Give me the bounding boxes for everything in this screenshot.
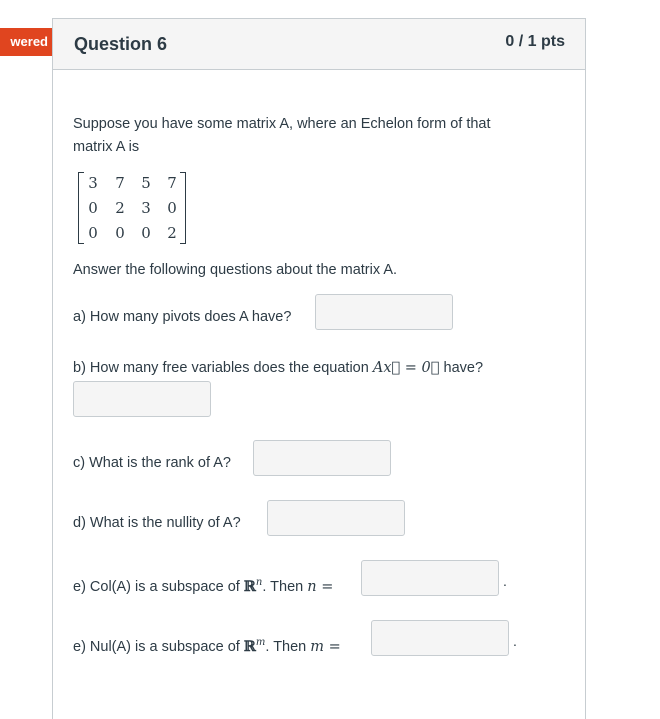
equation-math: Ax⃗ = 0⃗ xyxy=(372,360,440,376)
var-m-equals: m = xyxy=(310,638,341,655)
matrix-cell: 7 xyxy=(167,174,177,192)
answer-c-input[interactable] xyxy=(253,440,391,476)
matrix-cell: 5 xyxy=(141,174,151,192)
part-b-label: b) How many free variables does the equa… xyxy=(73,356,483,380)
question-text-line-2: matrix A is xyxy=(73,139,140,155)
matrix-cell: 0 xyxy=(88,199,98,217)
part-d-label: d) What is the nullity of A? xyxy=(73,515,241,531)
matrix-cell: 2 xyxy=(115,199,125,217)
var-n-equals: n = xyxy=(307,578,334,595)
reals-symbol: ℝ xyxy=(243,637,256,655)
part-a-label: a) How many pivots does A have? xyxy=(73,309,292,325)
part-e1-text: e) Col(A) is a subspace of xyxy=(73,578,244,595)
period: . xyxy=(513,633,517,649)
part-c-label: c) What is the rank of A? xyxy=(73,455,231,471)
part-e1-label: e) Col(A) is a subspace of ℝn. Then n = xyxy=(73,571,333,599)
part-b-text: b) How many free variables does the equa… xyxy=(73,360,373,376)
part-b-suffix: have? xyxy=(439,360,484,376)
exponent-m: m xyxy=(255,637,266,648)
matrix-cell: 3 xyxy=(141,199,151,217)
matrix-cell: 0 xyxy=(141,224,151,242)
question-header: Question 6 0 / 1 pts xyxy=(53,19,585,70)
answer-a-input[interactable] xyxy=(315,294,453,330)
instruction-text: Answer the following questions about the… xyxy=(73,262,398,278)
matrix-cell: 0 xyxy=(88,224,98,242)
question-points: 0 / 1 pts xyxy=(505,33,565,50)
matrix-cell: 0 xyxy=(167,199,177,217)
answer-d-input[interactable] xyxy=(267,500,405,536)
matrix-cell: 3 xyxy=(88,174,98,192)
reals-symbol: ℝ xyxy=(243,577,256,595)
period: . xyxy=(503,573,507,589)
matrix-cell: 0 xyxy=(115,224,125,242)
question-title: Question 6 xyxy=(74,34,168,54)
matrix-cell: 2 xyxy=(167,224,177,242)
part-e2-text: e) Nul(A) is a subspace of xyxy=(73,638,244,655)
part-e2-label: e) Nul(A) is a subspace of ℝm. Then m = xyxy=(73,631,341,659)
part-e2-then: . Then xyxy=(265,638,311,655)
echelon-matrix: 3 7 5 7 0 2 3 0 0 0 0 2 xyxy=(73,172,191,244)
matrix-cell: 7 xyxy=(115,174,125,192)
answer-e2-input[interactable] xyxy=(371,620,509,656)
question-text-line-1: Suppose you have some matrix A, where an… xyxy=(73,116,491,132)
answer-e1-input[interactable] xyxy=(361,560,499,596)
part-e1-then: . Then xyxy=(262,578,308,595)
answer-b-input[interactable] xyxy=(73,381,211,417)
